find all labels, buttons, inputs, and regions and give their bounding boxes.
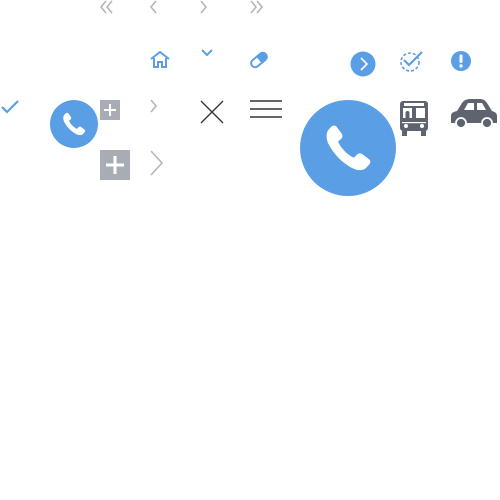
plus-box-icon[interactable] — [100, 150, 130, 180]
circle-arrow-right-icon[interactable] — [350, 51, 376, 77]
double-chevron-left-icon[interactable] — [98, 0, 116, 14]
bus-icon — [399, 99, 429, 137]
chevron-right-icon[interactable] — [148, 150, 166, 176]
pill-icon[interactable] — [248, 50, 270, 70]
chevron-left-icon[interactable] — [148, 0, 160, 14]
home-icon[interactable] — [149, 50, 171, 70]
chevron-down-icon[interactable] — [200, 48, 214, 58]
plus-box-icon[interactable] — [100, 100, 120, 120]
car-icon — [449, 97, 499, 131]
phone-call-icon[interactable] — [300, 100, 396, 196]
check-icon[interactable] — [0, 99, 20, 115]
alert-circle-icon[interactable] — [450, 50, 472, 72]
menu-icon[interactable] — [250, 100, 282, 118]
chevron-right-icon[interactable] — [198, 0, 210, 14]
chevron-right-icon[interactable] — [149, 99, 159, 113]
close-icon[interactable] — [200, 100, 224, 124]
phone-call-icon[interactable] — [50, 100, 98, 148]
double-chevron-right-icon[interactable] — [248, 0, 266, 14]
dashed-check-circle-icon[interactable] — [399, 49, 425, 73]
icon-sheet — [0, 0, 500, 500]
